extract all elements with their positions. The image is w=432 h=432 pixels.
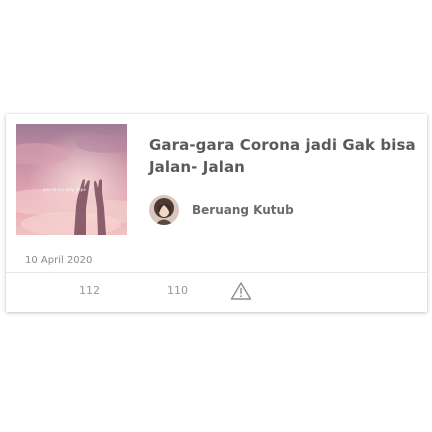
thumbnail-caption: you're my only hope	[43, 187, 86, 192]
post-title[interactable]: Gara-gara Corona jadi Gak bisa Jalan- Ja…	[149, 134, 417, 178]
warning-triangle-icon[interactable]	[230, 281, 252, 301]
likes-count[interactable]: 112	[79, 284, 100, 297]
author-name[interactable]: Beruang Kutub	[192, 203, 294, 217]
post-date: 10 April 2020	[25, 255, 93, 266]
post-thumbnail[interactable]: you're my only hope	[16, 124, 127, 235]
comments-count[interactable]: 110	[167, 284, 188, 297]
post-card[interactable]: you're my only hope Gara-gara Corona jad…	[6, 114, 427, 312]
thumbnail-image: you're my only hope	[16, 124, 127, 235]
author-info[interactable]: Beruang Kutub	[149, 194, 294, 226]
card-divider	[6, 272, 427, 273]
author-avatar[interactable]	[149, 195, 179, 225]
